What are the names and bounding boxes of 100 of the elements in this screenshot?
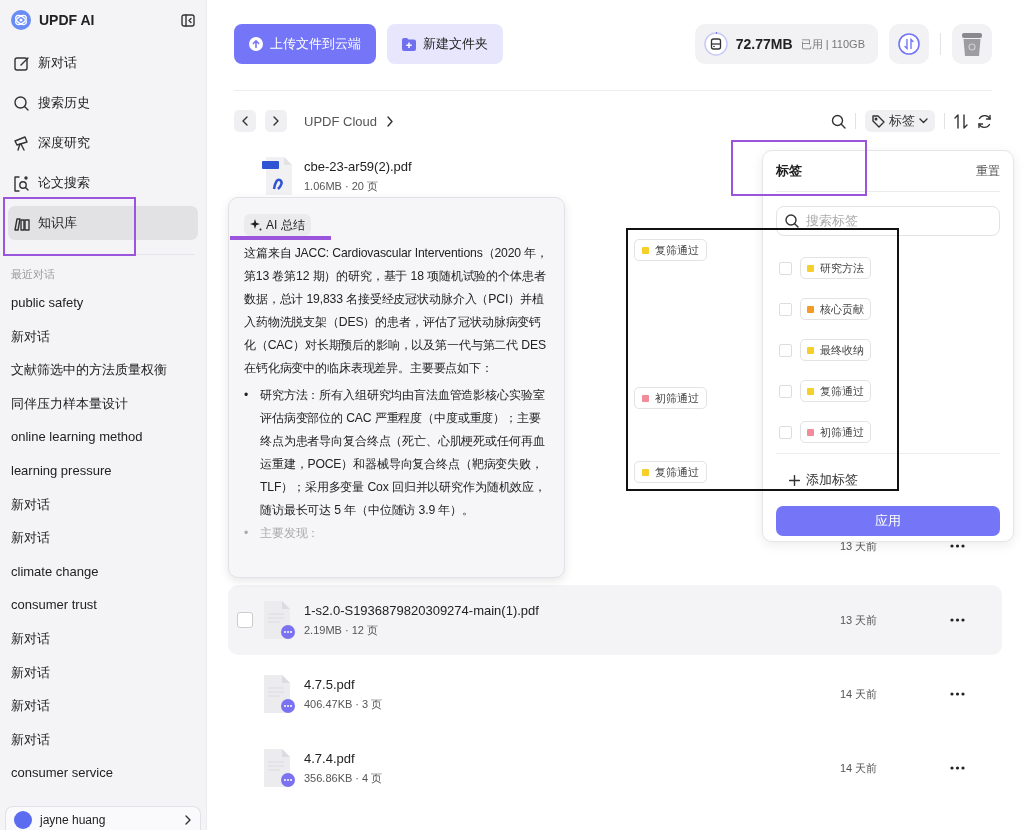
bullet-marker: • (244, 525, 250, 542)
document-icon (262, 600, 296, 640)
sync-button[interactable] (889, 24, 929, 64)
recent-chat-item[interactable]: learning pressure (11, 453, 195, 488)
recent-chat-item[interactable]: 新对话 (11, 689, 195, 723)
tag-search-field[interactable]: 搜索标签 (776, 206, 1000, 236)
tag-chip: 复筛通过 (800, 380, 871, 402)
search-icon (785, 214, 799, 228)
tag-chip: 复筛通过 (634, 239, 707, 261)
file-name[interactable]: 1-s2.0-S1936879820309274-main(1).pdf (304, 602, 634, 618)
tag-filter-button[interactable]: 标签 (865, 110, 935, 132)
section-heading: 最近对话 (10, 267, 56, 282)
more-options-icon[interactable] (950, 544, 965, 548)
tag-checkbox[interactable] (779, 302, 792, 316)
forward-button[interactable] (265, 110, 287, 132)
tag-chip: 研究方法 (800, 257, 871, 279)
recent-chat-item[interactable]: 新对话 (11, 521, 195, 555)
nav-item[interactable]: 深度研究 (8, 126, 198, 160)
chevron-right-icon (272, 116, 280, 126)
trash-bin-icon (961, 31, 983, 57)
sidebar-collapse-icon[interactable] (181, 13, 195, 27)
nav-item[interactable]: 搜索历史 (8, 86, 198, 120)
document-icon (262, 748, 296, 788)
chevron-right-icon (385, 115, 394, 127)
upload-button[interactable]: 上传文件到云端 (234, 24, 376, 64)
plus-icon (789, 474, 800, 486)
tag-checkbox[interactable] (779, 261, 792, 275)
summary-paragraph: 这篇来自 JACC: Cardiovascular Interventions（2020 年，第13 卷第12 期）的研究，基于 18 项随机试验的个体患者数据，总计 19,833 名接受经皮冠状动脉介入（PCI）并植入药物洗脱支架（DES）的患者，评估了冠状动脉病变钙化（CAC）对长期预后的影响，以及第一代与第二代 DES 在钙化病变中的临床表现差异。主要要点如下： (244, 245, 549, 377)
tag-chip: 复筛通过 (634, 461, 707, 483)
panel-title: 标签 (776, 162, 803, 180)
sparkle-icon (250, 219, 262, 231)
recent-chat-item[interactable]: consumer trust (11, 588, 195, 622)
sync-icon (898, 33, 920, 55)
chevron-right-icon (184, 815, 192, 825)
avatar-icon (14, 811, 32, 829)
caret-down-icon (919, 118, 928, 124)
telescope-icon (13, 134, 30, 152)
back-button[interactable] (234, 110, 256, 132)
user-account-button[interactable]: jayne huang (5, 806, 201, 830)
apply-button[interactable]: 应用 (776, 506, 1000, 536)
tag-checkbox[interactable] (779, 384, 792, 398)
nav-item[interactable]: 知识库 (8, 206, 198, 240)
modified-date: 14 天前 (840, 686, 878, 702)
chevron-left-icon (241, 116, 249, 126)
file-name[interactable]: 4.7.4.pdf (304, 750, 634, 766)
storage-drive-icon (703, 32, 728, 56)
folder-add-icon (402, 37, 416, 51)
trash-button[interactable] (952, 24, 992, 64)
file-checkbox[interactable] (237, 612, 253, 628)
recent-chat-item[interactable]: consumer service (11, 756, 195, 790)
app-logo (11, 10, 31, 30)
app-name: UPDF AI (39, 12, 96, 28)
tag-chip: 初筛通过 (800, 421, 871, 443)
file-meta: 1.06MB · 20 页 (304, 178, 379, 194)
search-icon (831, 113, 846, 129)
recent-chat-item[interactable]: 文献筛选中的方法质量权衡 (11, 353, 195, 387)
nav-item[interactable]: 论文搜索 (8, 166, 198, 200)
recent-chat-item[interactable]: 新对话 (11, 621, 195, 656)
file-name[interactable]: cbe-23-ar59(2).pdf (304, 158, 634, 174)
recent-chat-item[interactable]: 新对话 (11, 655, 195, 690)
nav-item[interactable]: 新对话 (8, 46, 198, 80)
recent-chat-item[interactable]: 新对话 (11, 319, 195, 354)
tag-chip: 初筛通过 (634, 387, 707, 409)
summary-bullet: 研究方法：所有入组研究均由盲法血管造影核心实验室评估病变部位的 CAC 严重程度（中度或重度）；主要终点为患者导向复合终点（死亡、心肌梗死或任何再血运重建，POCE）和器械导向复合终点（靶病变失败，TLF）；采用多变量 Cox 回归并以研究作为随机效应，随访最长可达 5 年（中位随访 3.9 年）。 (260, 387, 547, 519)
file-meta: 406.47KB · 3 页 (304, 696, 384, 712)
more-options-icon[interactable] (950, 766, 965, 770)
edit-icon (13, 54, 30, 72)
recent-chat-item[interactable]: 新对话 (11, 487, 195, 522)
modified-date: 13 天前 (840, 612, 878, 628)
reset-button[interactable]: 重置 (976, 162, 1000, 180)
sort-button[interactable] (954, 113, 968, 129)
ai-summary-tab[interactable]: AI 总结 (244, 214, 311, 236)
refresh-button[interactable] (977, 113, 992, 129)
new-folder-button[interactable]: 新建文件夹 (387, 24, 503, 64)
tag-checkbox[interactable] (779, 343, 792, 357)
add-tag-button[interactable]: 添加标签 (776, 454, 1000, 506)
file-meta: 356.86KB · 4 页 (304, 770, 384, 786)
breadcrumb-link[interactable]: UPDF Cloud (304, 113, 377, 129)
modified-date: 14 天前 (840, 760, 878, 776)
search-button[interactable] (831, 113, 846, 129)
storage-capacity: 已用 | 110GB (800, 36, 865, 52)
storage-used: 72.77MB (735, 36, 793, 52)
summary-bullet: 主要发现： (260, 525, 320, 542)
recent-chat-item[interactable]: 新对话 (11, 722, 195, 757)
tag-checkbox[interactable] (779, 425, 792, 439)
tag-chip: 核心贡献 (800, 298, 871, 320)
recent-chat-item[interactable]: 同伴压力样本量设计 (11, 386, 195, 421)
upload-icon (249, 37, 263, 51)
more-options-icon[interactable] (950, 692, 965, 696)
file-name[interactable]: 4.7.5.pdf (304, 676, 634, 692)
sort-arrows-icon (954, 113, 968, 129)
bullet-marker: • (244, 387, 250, 404)
file-row[interactable]: 1-s2.0-S1936879820309274-main(1).pdf 2.19MB · 12 页 13 天前 (228, 585, 1002, 655)
document-search-icon (13, 174, 30, 192)
recent-chat-item[interactable]: public safety (11, 286, 195, 320)
more-options-icon[interactable] (950, 618, 965, 622)
recent-chat-item[interactable]: climate change (11, 554, 195, 589)
file-meta: 2.19MB · 12 页 (304, 622, 379, 638)
search-icon (13, 94, 30, 112)
recent-chat-item[interactable]: online learning method (11, 420, 195, 454)
